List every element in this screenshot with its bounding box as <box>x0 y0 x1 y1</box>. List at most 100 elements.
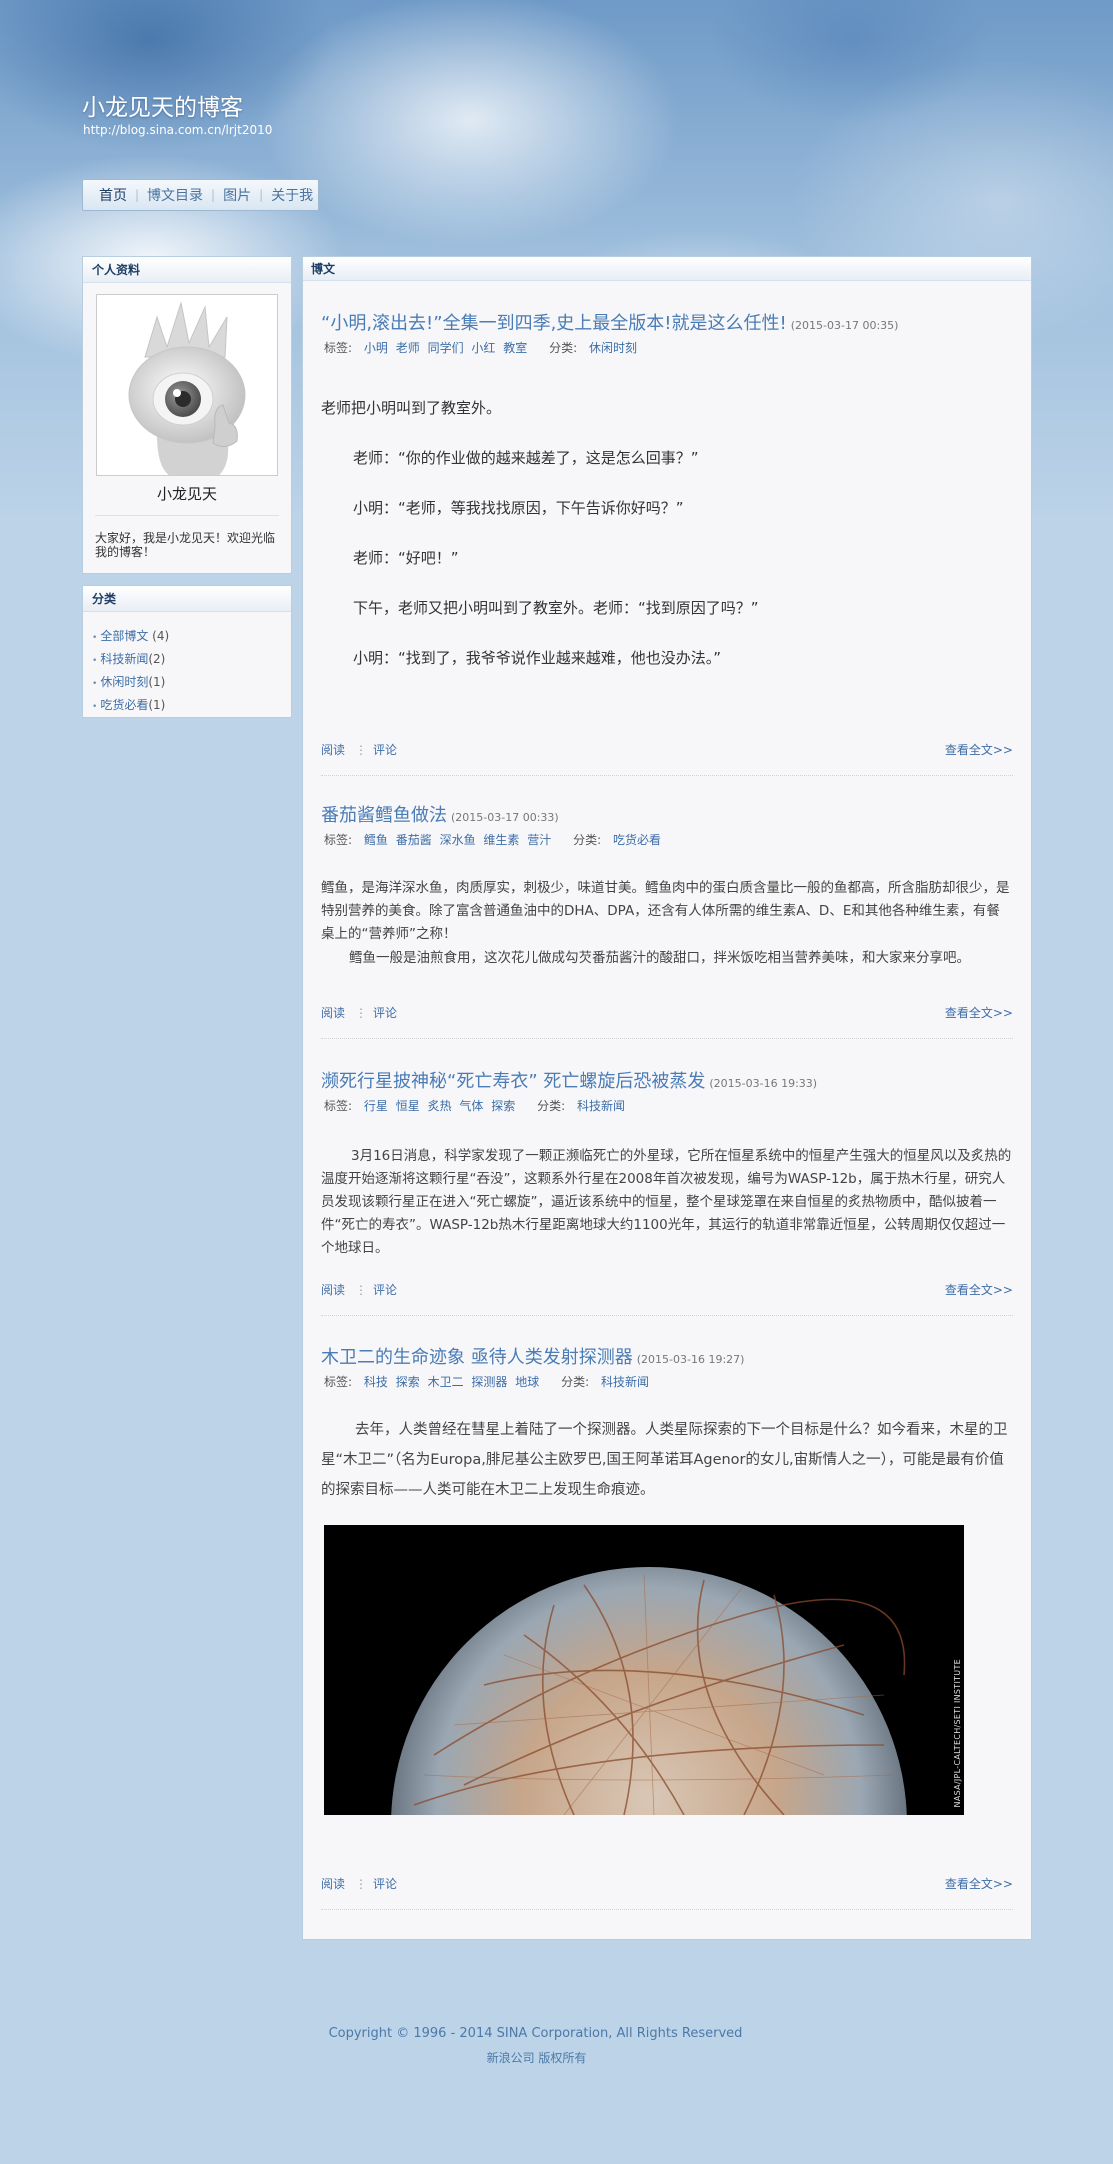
post-tag[interactable]: 气体 <box>459 1099 483 1113</box>
blog-post: “小明,滚出去!”全集一到四季,史上最全版本!就是这么任性! (2015-03-1… <box>321 309 1013 776</box>
post-tag[interactable]: 教室 <box>503 341 527 355</box>
post-category-link[interactable]: 科技新闻 <box>577 1099 625 1113</box>
post-title-row: “小明,滚出去!”全集一到四季,史上最全版本!就是这么任性! (2015-03-1… <box>321 309 1013 335</box>
post-paragraph: 老师：“你的作业做的越来越差了，这是怎么回事？” <box>353 449 699 467</box>
blog-title[interactable]: 小龙见天的博客 <box>82 88 243 122</box>
category-label: 分类: <box>537 1099 566 1113</box>
comment-link[interactable]: 评论 <box>373 1283 397 1297</box>
tags-label: 标签: <box>324 833 353 847</box>
nav-pictures[interactable]: 图片 <box>215 185 259 205</box>
post-tag[interactable]: 恒星 <box>396 1099 420 1113</box>
read-more-link[interactable]: 查看全文>> <box>945 1281 1013 1298</box>
profile-panel: 个人资料 小龙见天 大家好，我是小龙见天！欢迎光临我的博客！ <box>82 256 292 574</box>
bullet-icon: • <box>92 679 98 689</box>
post-tag[interactable]: 小红 <box>471 341 495 355</box>
main-nav: 首页 | 博文目录 | 图片 | 关于我 <box>82 179 319 211</box>
action-separator: ⋮ <box>355 743 368 757</box>
nav-about[interactable]: 关于我 <box>263 185 321 205</box>
post-tag[interactable]: 炙热 <box>428 1099 452 1113</box>
category-link-food[interactable]: 吃货必看 <box>100 698 148 712</box>
category-item: • 科技新闻(2) <box>92 649 291 672</box>
read-more-link[interactable]: 查看全文>> <box>945 1004 1013 1021</box>
comment-link[interactable]: 评论 <box>373 1877 397 1891</box>
image-credit: NASA/JPL-CALTECH/SETI INSTITUTE <box>953 1658 962 1807</box>
nav-home[interactable]: 首页 <box>91 185 135 205</box>
profile-name[interactable]: 小龙见天 <box>83 483 291 504</box>
avatar[interactable] <box>96 294 278 476</box>
post-title[interactable]: 番茄酱鳕鱼做法 <box>321 805 447 826</box>
post-tag[interactable]: 同学们 <box>428 341 464 355</box>
post-tag[interactable]: 老师 <box>396 341 420 355</box>
post-divider <box>321 1909 1013 1910</box>
category-item: • 休闲时刻(1) <box>92 672 291 695</box>
post-title[interactable]: 濒死行星披神秘“死亡寿衣” 死亡螺旋后恐被蒸发 <box>321 1071 705 1092</box>
footer-company: 新浪公司 版权所有 <box>0 2049 1113 2066</box>
post-divider <box>321 775 1013 776</box>
post-tag[interactable]: 探索 <box>396 1375 420 1389</box>
read-link[interactable]: 阅读 <box>321 743 345 757</box>
category-link-leisure[interactable]: 休闲时刻 <box>100 675 148 689</box>
category-link-all[interactable]: 全部博文 <box>100 629 148 643</box>
category-label: 分类: <box>549 341 578 355</box>
tags-label: 标签: <box>324 341 353 355</box>
post-category-link[interactable]: 科技新闻 <box>601 1375 649 1389</box>
category-title: 分类 <box>83 586 291 612</box>
comment-link[interactable]: 评论 <box>373 743 397 757</box>
category-panel: 分类 • 全部博文 (4) • 科技新闻(2) • 休闲时刻(1) • 吃货必看(1) <box>82 585 292 718</box>
bullet-icon: • <box>92 633 98 643</box>
nav-article-list[interactable]: 博文目录 <box>139 185 211 205</box>
post-tag[interactable]: 维生素 <box>483 833 519 847</box>
post-tag[interactable]: 深水鱼 <box>440 833 476 847</box>
post-tag[interactable]: 营汁 <box>527 833 551 847</box>
post-title[interactable]: “小明,滚出去!”全集一到四季,史上最全版本!就是这么任性! <box>321 313 787 334</box>
blog-url[interactable]: http://blog.sina.com.cn/lrjt2010 <box>83 123 272 137</box>
post-actions: 阅读 ⋮ 评论 查看全文>> <box>321 1281 1013 1298</box>
read-link[interactable]: 阅读 <box>321 1006 345 1020</box>
post-tag[interactable]: 科技 <box>364 1375 388 1389</box>
post-paragraph: 老师：“好吧！” <box>353 549 459 567</box>
footer-copyright: Copyright © 1996 - 2014 SINA Corporation… <box>0 2026 1113 2041</box>
post-title-row: 番茄酱鳕鱼做法 (2015-03-17 00:33) <box>321 801 1013 827</box>
post-title[interactable]: 木卫二的生命迹象 亟待人类发射探测器 <box>321 1347 633 1368</box>
blog-post: 番茄酱鳕鱼做法 (2015-03-17 00:33) 标签: 鳕鱼 番茄酱 深水鱼… <box>321 801 1013 1039</box>
post-tag[interactable]: 木卫二 <box>428 1375 464 1389</box>
category-label: 分类: <box>573 833 602 847</box>
read-more-link[interactable]: 查看全文>> <box>945 741 1013 758</box>
category-item: • 吃货必看(1) <box>92 695 291 718</box>
read-link[interactable]: 阅读 <box>321 1877 345 1891</box>
post-category-link[interactable]: 休闲时刻 <box>589 341 637 355</box>
copyright-text: Copyright © 1996 - 2014 SINA Corporation… <box>328 2026 743 2041</box>
post-category-link[interactable]: 吃货必看 <box>613 833 661 847</box>
bullet-icon: • <box>92 702 98 712</box>
post-tag[interactable]: 番茄酱 <box>396 833 432 847</box>
post-paragraph: 老师把小明叫到了教室外。 <box>321 399 502 417</box>
post-tags: 标签: 鳕鱼 番茄酱 深水鱼 维生素 营汁 分类: 吃货必看 <box>324 831 665 848</box>
profile-divider <box>95 515 279 516</box>
europa-moon-illustration <box>324 1525 964 1815</box>
post-paragraph: 鳕鱼，是海洋深水鱼，肉质厚实，刺极少，味道甘美。鳕鱼肉中的蛋白质含量比一般的鱼都… <box>321 880 1010 942</box>
post-tag[interactable]: 小明 <box>364 341 388 355</box>
post-date: (2015-03-16 19:27) <box>636 1353 745 1366</box>
category-count: (1) <box>148 698 166 712</box>
profile-title: 个人资料 <box>83 257 291 283</box>
read-more-link[interactable]: 查看全文>> <box>945 1875 1013 1892</box>
post-tag[interactable]: 探索 <box>491 1099 515 1113</box>
blog-post: 濒死行星披神秘“死亡寿衣” 死亡螺旋后恐被蒸发 (2015-03-16 19:33… <box>321 1067 1013 1316</box>
post-tag[interactable]: 探测器 <box>471 1375 507 1389</box>
comment-link[interactable]: 评论 <box>373 1006 397 1020</box>
europa-moon-image[interactable]: NASA/JPL-CALTECH/SETI INSTITUTE <box>324 1525 964 1815</box>
post-tag[interactable]: 鳕鱼 <box>364 833 388 847</box>
post-date: (2015-03-16 19:33) <box>709 1077 818 1090</box>
post-tags: 标签: 小明 老师 同学们 小红 教室 分类: 休闲时刻 <box>324 339 641 356</box>
category-item: • 全部博文 (4) <box>92 626 291 649</box>
post-tag[interactable]: 地球 <box>515 1375 539 1389</box>
post-tag[interactable]: 行星 <box>364 1099 388 1113</box>
profile-intro: 大家好，我是小龙见天！欢迎光临我的博客！ <box>95 531 276 559</box>
post-actions: 阅读 ⋮ 评论 查看全文>> <box>321 1004 1013 1021</box>
posts-title: 博文 <box>303 257 1031 281</box>
category-link-tech[interactable]: 科技新闻 <box>100 652 148 666</box>
read-link[interactable]: 阅读 <box>321 1283 345 1297</box>
company-link[interactable]: 新浪公司 版权所有 <box>487 2051 587 2065</box>
blog-post: 木卫二的生命迹象 亟待人类发射探测器 (2015-03-16 19:27) 标签:… <box>321 1343 1013 1910</box>
posts-panel: 博文 “小明,滚出去!”全集一到四季,史上最全版本!就是这么任性! (2015-0… <box>302 256 1032 1940</box>
